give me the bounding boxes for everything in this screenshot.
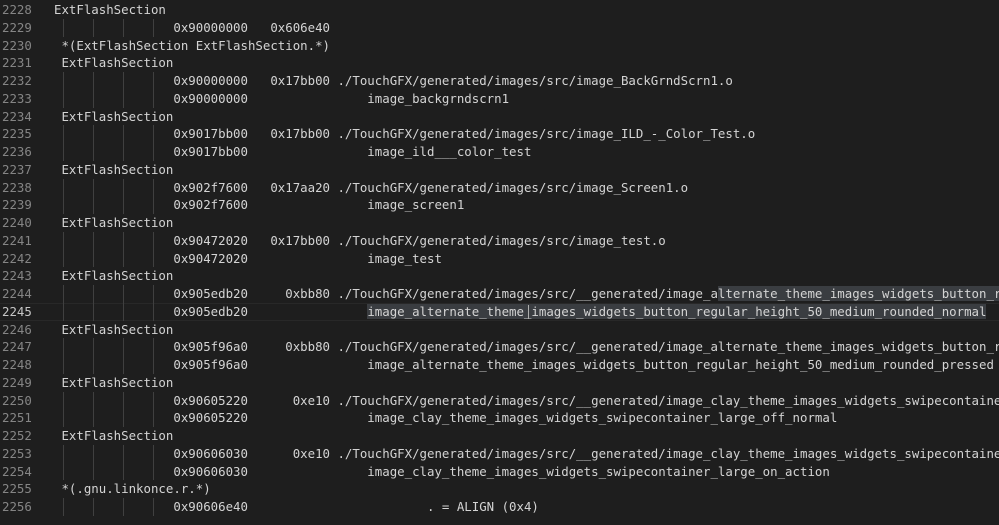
line-text: *(.gnu.linkonce.r.*) xyxy=(54,481,211,497)
code-line[interactable]: 2243 ExtFlashSection xyxy=(0,267,999,285)
line-number: 2252 xyxy=(2,428,32,443)
code-line[interactable]: 2250 0x90605220 0xe10 ./TouchGFX/generat… xyxy=(0,391,999,410)
line-number: 2244 xyxy=(2,286,32,301)
line-number: 2254 xyxy=(2,463,32,479)
line-text: 0x902f7600 0x17aa20 ./TouchGFX/generated… xyxy=(54,179,689,195)
code-line[interactable]: 2241 0x90472020 0x17bb00 ./TouchGFX/gene… xyxy=(0,231,999,250)
code-line[interactable]: 2244 0x905edb20 0xbb80 ./TouchGFX/genera… xyxy=(0,285,999,303)
code-line[interactable]: 2228 ExtFlashSection xyxy=(0,1,999,19)
line-text: ExtFlashSection xyxy=(54,55,174,71)
line-text: 0x90000000 0x17bb00 ./TouchGFX/generated… xyxy=(54,73,733,88)
code-lines: 2228 ExtFlashSection 2229 0x90000000 0x606… xyxy=(0,1,999,516)
code-line[interactable]: 2233 0x90000000 image_backgrndscrn1 xyxy=(0,89,999,108)
code-line[interactable]: 2246 ExtFlashSection xyxy=(0,321,999,339)
code-line[interactable]: 2234 ExtFlashSection xyxy=(0,108,999,126)
code-line[interactable]: 2242 0x90472020 image_test xyxy=(0,249,999,268)
line-text: 0x9017bb00 image_ild___color_test xyxy=(54,144,532,159)
code-editor[interactable]: 2228 ExtFlashSection 2229 0x90000000 0x606… xyxy=(0,0,999,525)
line-number: 2238 xyxy=(2,179,32,195)
code-line[interactable]: 2229 0x90000000 0x606e40 xyxy=(0,18,999,37)
code-line[interactable]: 2236 0x9017bb00 image_ild___color_test xyxy=(0,143,999,161)
code-line[interactable]: 2239 0x902f7600 image_screen1 xyxy=(0,196,999,214)
line-text: 0x90472020 0x17bb00 ./TouchGFX/generated… xyxy=(54,232,666,248)
line-number: 2250 xyxy=(2,392,32,408)
line-number: 2236 xyxy=(2,144,32,159)
line-number: 2253 xyxy=(2,445,32,461)
line-text: ExtFlashSection xyxy=(54,268,174,284)
line-number: 2246 xyxy=(2,321,32,337)
line-number: 2251 xyxy=(2,410,32,426)
line-number: 2247 xyxy=(2,339,32,355)
line-text: 0x90000000 image_backgrndscrn1 xyxy=(54,90,510,106)
line-text: *(ExtFlashSection ExtFlashSection.*) xyxy=(54,37,331,53)
line-text: 0x90605220 0xe10 ./TouchGFX/generated/im… xyxy=(173,392,999,408)
line-number: 2235 xyxy=(2,126,32,142)
line-text: 0x90606e40 . = ALIGN (0x4) xyxy=(54,499,539,514)
line-number: 2234 xyxy=(2,108,32,124)
line-text: 0x905edb20 0xbb80 ./TouchGFX/generated/i… xyxy=(54,285,999,303)
line-text: ExtFlashSection xyxy=(54,374,174,390)
code-line[interactable]: 2235 0x9017bb00 0x17bb00 ./TouchGFX/gene… xyxy=(0,125,999,143)
code-line[interactable]: 2248 0x905f96a0 image_alternate_theme_im… xyxy=(0,356,999,374)
line-number: 2228 xyxy=(2,2,32,17)
line-text: ExtFlashSection xyxy=(54,2,166,17)
line-text: ExtFlashSection xyxy=(54,108,174,124)
code-line[interactable]: 2252 ExtFlashSection xyxy=(0,427,999,445)
selection-highlight: lternate_theme_images_widgets_button_reg… xyxy=(717,286,999,301)
line-text: 0x90472020 image_test xyxy=(54,250,442,266)
code-line[interactable]: 2232 0x90000000 0x17bb00 ./TouchGFX/gene… xyxy=(0,72,999,90)
line-number: 2240 xyxy=(2,215,32,230)
line-number: 2255 xyxy=(2,481,32,497)
line-text: 0x905f96a0 0xbb80 ./TouchGFX/generated/i… xyxy=(173,339,999,355)
selection-highlight: image_alternate_theme_images_widgets_but… xyxy=(367,303,987,319)
code-line[interactable]: 2249 ExtFlashSection xyxy=(0,374,999,392)
code-line[interactable]: 2238 0x902f7600 0x17aa20 ./TouchGFX/gene… xyxy=(0,178,999,197)
line-text: 0x90606030 0xe10 ./TouchGFX/generated/im… xyxy=(173,445,999,461)
code-line[interactable]: 2255 *(.gnu.linkonce.r.*) xyxy=(0,480,999,498)
line-text: 0x905f96a0 image_alternate_theme_images_… xyxy=(54,357,994,372)
line-text: 0x90000000 0x606e40 xyxy=(54,19,331,35)
code-line[interactable]: 2254 0x90606030 image_clay_theme_images_… xyxy=(0,462,999,481)
line-text: ExtFlashSection xyxy=(54,321,174,337)
line-number: 2248 xyxy=(2,357,32,372)
line-number: 2242 xyxy=(2,250,32,266)
line-number: 2237 xyxy=(2,161,32,177)
code-line[interactable]: 2245 0x905edb20 image_alternate_theme_im… xyxy=(0,302,999,321)
line-text: 0x902f7600 image_screen1 xyxy=(54,197,465,213)
line-number: 2232 xyxy=(2,73,32,88)
code-line[interactable]: 2230 *(ExtFlashSection ExtFlashSection.*… xyxy=(0,37,999,55)
line-number: 2231 xyxy=(2,55,32,71)
line-text: ExtFlashSection xyxy=(54,161,174,177)
code-line[interactable]: 2231 ExtFlashSection xyxy=(0,54,999,72)
line-number: 2229 xyxy=(2,19,32,35)
line-number: 2256 xyxy=(2,499,32,514)
line-text: 0x90605220 image_clay_theme_images_widge… xyxy=(54,410,838,426)
line-number: 2241 xyxy=(2,232,32,248)
code-line[interactable]: 2247 0x905f96a0 0xbb80 ./TouchGFX/genera… xyxy=(0,338,999,356)
line-number: 2230 xyxy=(2,37,32,53)
line-text: ExtFlashSection xyxy=(54,428,174,443)
line-text: 0x9017bb00 0x17bb00 ./TouchGFX/generated… xyxy=(54,126,756,142)
code-line[interactable]: 2253 0x90606030 0xe10 ./TouchGFX/generat… xyxy=(0,444,999,463)
line-text: 0x90606030 image_clay_theme_images_widge… xyxy=(54,463,830,479)
line-text-plain: 0x905edb20 xyxy=(54,303,368,319)
line-number: 2245 xyxy=(2,303,32,319)
code-line[interactable]: 2251 0x90605220 image_clay_theme_images_… xyxy=(0,409,999,427)
line-text: 0x905edb20 image_alternate_theme_images_… xyxy=(54,303,987,321)
line-number: 2239 xyxy=(2,197,32,213)
code-line[interactable]: 2256 0x90606e40 . = ALIGN (0x4) xyxy=(0,498,999,516)
line-text-plain: 0x905edb20 0xbb80 ./TouchGFX/generated/i… xyxy=(54,286,718,301)
line-number: 2233 xyxy=(2,90,32,106)
text-cursor xyxy=(528,304,529,319)
code-line[interactable]: 2237 ExtFlashSection xyxy=(0,161,999,179)
line-text: ExtFlashSection xyxy=(54,215,174,230)
line-number: 2249 xyxy=(2,374,32,390)
code-line[interactable]: 2240 ExtFlashSection xyxy=(0,214,999,232)
line-number: 2243 xyxy=(2,268,32,284)
